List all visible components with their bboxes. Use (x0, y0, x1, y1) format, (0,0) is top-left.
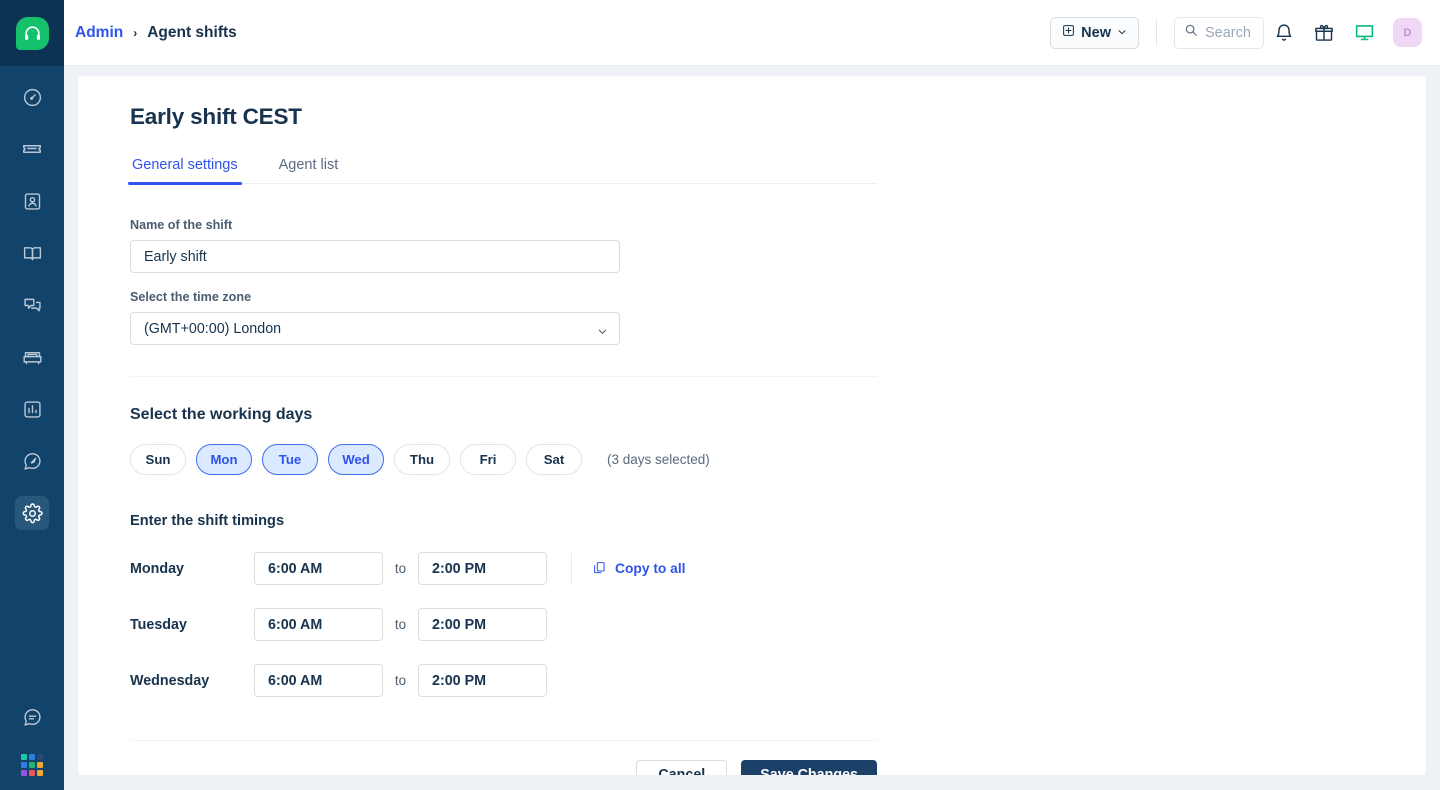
time-to-label: to (394, 617, 407, 632)
save-changes-button[interactable]: Save Changes (741, 760, 877, 775)
top-bar: Admin › Agent shifts New Search D (64, 0, 1440, 66)
time-row-day-label: Monday (130, 560, 185, 577)
search-icon (1184, 23, 1198, 42)
new-button-label: New (1081, 24, 1111, 41)
copy-to-all-button[interactable]: Copy to all (593, 561, 686, 577)
day-chip-tue[interactable]: Tue (262, 444, 318, 475)
sidebar-item-contacts[interactable] (15, 184, 49, 218)
app-root: Admin › Agent shifts New Search D Early … (0, 0, 1440, 790)
tab-general-settings[interactable]: General settings (128, 157, 242, 185)
headset-logo-icon (15, 16, 49, 50)
time-row-day-label: Wednesday (130, 672, 210, 689)
end-time-input-tuesday[interactable]: 2:00 PM (418, 608, 547, 641)
day-chip-fri[interactable]: Fri (460, 444, 516, 475)
time-row-wednesday: Wednesday 6:00 AM to 2:00 PM (130, 664, 1426, 697)
form-actions: Cancel Save Changes (130, 760, 877, 775)
gift-icon[interactable] (1304, 13, 1344, 53)
top-bar-actions: New Search D (1050, 13, 1440, 53)
timezone-field-label: Select the time zone (130, 290, 252, 304)
day-chip-thu[interactable]: Thu (394, 444, 450, 475)
working-days-title: Select the working days (130, 406, 313, 423)
sidebar-item-analytics[interactable] (15, 392, 49, 426)
sidebar-item-conversations[interactable] (15, 288, 49, 322)
page-title: Early shift CEST (130, 104, 302, 129)
working-days-chips: Sun Mon Tue Wed Thu Fri Sat (3 days sele… (130, 444, 1426, 475)
copy-to-all-label: Copy to all (615, 561, 686, 576)
breadcrumb: Admin › Agent shifts (75, 24, 237, 42)
app-logo[interactable] (0, 0, 64, 66)
days-selected-count: (3 days selected) (607, 452, 710, 467)
shift-form: Name of the shift Select the time zone (… (130, 218, 1426, 697)
plus-square-icon (1062, 24, 1075, 41)
sidebar-item-feedback[interactable] (15, 700, 49, 734)
user-avatar[interactable]: D (1393, 18, 1422, 47)
chevron-down-icon (1117, 25, 1127, 41)
section-divider (130, 376, 877, 377)
day-chip-wed[interactable]: Wed (328, 444, 384, 475)
timezone-field-group: Select the time zone (GMT+00:00) London (130, 290, 1426, 345)
breadcrumb-separator: › (133, 25, 138, 40)
notification-bell-icon[interactable] (1264, 13, 1304, 53)
sidebar-item-tickets[interactable] (15, 132, 49, 166)
tab-agent-list[interactable]: Agent list (277, 157, 341, 183)
copy-divider (571, 552, 572, 585)
day-chip-sat[interactable]: Sat (526, 444, 582, 475)
search-placeholder: Search (1205, 24, 1251, 41)
start-time-input-monday[interactable]: 6:00 AM (254, 552, 383, 585)
tab-bar: General settings Agent list (128, 157, 877, 185)
sidebar-item-dashboard[interactable] (15, 80, 49, 114)
cancel-button[interactable]: Cancel (636, 760, 728, 775)
sidebar-item-broadcast[interactable] (15, 444, 49, 478)
time-row-monday: Monday 6:00 AM to 2:00 PM Copy to all (130, 552, 1426, 585)
shift-timings-title: Enter the shift timings (130, 513, 285, 529)
time-row-tuesday: Tuesday 6:00 AM to 2:00 PM (130, 608, 1426, 641)
rail-bottom-items (0, 700, 64, 790)
rail-items (15, 80, 49, 548)
start-time-input-tuesday[interactable]: 6:00 AM (254, 608, 383, 641)
breadcrumb-admin-link[interactable]: Admin (75, 24, 123, 42)
shift-name-input[interactable] (130, 240, 620, 273)
day-chip-mon[interactable]: Mon (196, 444, 252, 475)
breadcrumb-current: Agent shifts (147, 23, 237, 41)
footer-divider (130, 740, 877, 741)
name-field-label: Name of the shift (130, 218, 233, 232)
toolbar-divider (1156, 19, 1157, 46)
search-input[interactable]: Search (1174, 16, 1264, 49)
time-to-label: to (394, 673, 407, 688)
left-nav-rail (0, 0, 64, 790)
start-time-input-wednesday[interactable]: 6:00 AM (254, 664, 383, 697)
name-field-group: Name of the shift (130, 218, 1426, 273)
end-time-input-wednesday[interactable]: 2:00 PM (418, 664, 547, 697)
timezone-select[interactable]: (GMT+00:00) London (130, 312, 620, 345)
time-row-day-label: Tuesday (130, 616, 187, 633)
new-button[interactable]: New (1050, 16, 1139, 49)
sidebar-item-knowledge-base[interactable] (15, 236, 49, 270)
sidebar-item-settings[interactable] (15, 496, 49, 530)
day-chip-sun[interactable]: Sun (130, 444, 186, 475)
apps-grid-icon[interactable] (21, 754, 43, 776)
content-card: Early shift CEST General settings Agent … (78, 76, 1426, 775)
monitor-screen-icon[interactable] (1344, 13, 1384, 53)
end-time-input-monday[interactable]: 2:00 PM (418, 552, 547, 585)
copy-icon (593, 561, 606, 577)
sidebar-item-customers[interactable] (15, 340, 49, 374)
time-to-label: to (394, 561, 407, 576)
